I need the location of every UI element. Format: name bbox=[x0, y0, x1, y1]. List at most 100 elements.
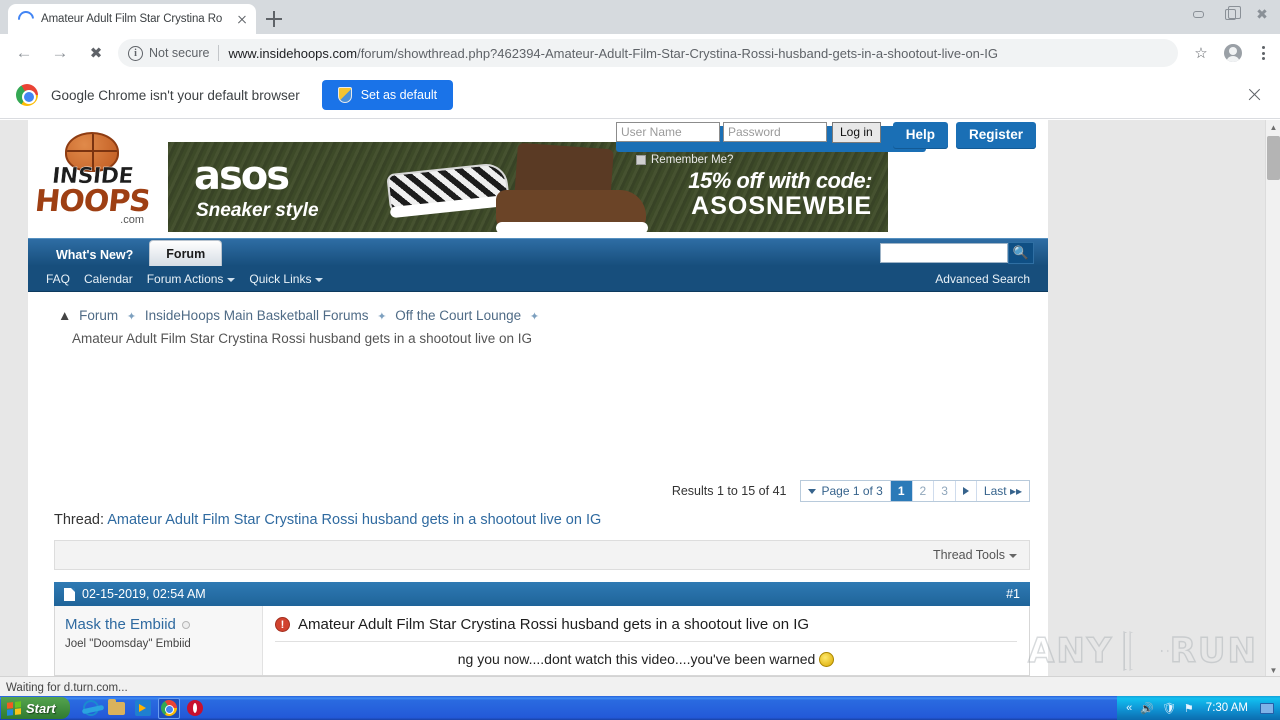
breadcrumb-separator: ✦ bbox=[529, 311, 540, 323]
profile-avatar-icon[interactable] bbox=[1224, 44, 1242, 62]
subnav-item-forum-actions[interactable]: Forum Actions bbox=[147, 272, 236, 286]
tab-forum[interactable]: Forum bbox=[149, 240, 223, 266]
search-input[interactable] bbox=[880, 243, 1008, 263]
chevron-right-icon bbox=[962, 487, 969, 495]
post-author-name[interactable]: Mask the Embiid bbox=[65, 616, 262, 633]
advanced-search-link[interactable]: Advanced Search bbox=[935, 266, 1030, 292]
forward-button[interactable]: → bbox=[42, 35, 78, 71]
scrollbar-thumb[interactable] bbox=[1267, 136, 1280, 180]
last-page-label: Last bbox=[983, 484, 1007, 498]
browser-tab[interactable]: Amateur Adult Film Star Crystina Ro bbox=[8, 4, 256, 34]
checkbox-icon[interactable] bbox=[636, 155, 646, 165]
tray-expand-icon[interactable]: « bbox=[1126, 702, 1132, 714]
thread-title-link[interactable]: Amateur Adult Film Star Crystina Rossi h… bbox=[107, 512, 601, 528]
page-scrollbar[interactable]: ▲ ▼ bbox=[1265, 120, 1280, 678]
show-desktop-icon[interactable] bbox=[1260, 702, 1274, 714]
infobar-message: Google Chrome isn't your default browser bbox=[51, 87, 300, 103]
username-input[interactable]: User Name bbox=[616, 122, 720, 142]
page-dropdown[interactable]: Page 1 of 3 bbox=[801, 481, 891, 501]
help-button[interactable]: Help bbox=[892, 122, 948, 149]
thread-tools-label: Thread Tools bbox=[932, 548, 1005, 562]
subnav-links: FAQ Calendar Forum Actions Quick Links bbox=[46, 266, 324, 292]
address-bar[interactable]: i Not secure www.insidehoops.com/forum/s… bbox=[118, 39, 1178, 67]
home-icon[interactable]: ▲ bbox=[58, 308, 71, 323]
tab-whats-new[interactable]: What's New? bbox=[40, 243, 149, 266]
start-button[interactable]: Start bbox=[1, 697, 70, 719]
remember-me-checkbox[interactable]: Remember Me? bbox=[636, 154, 1056, 166]
bookmark-star-icon[interactable]: ☆ bbox=[1186, 38, 1216, 68]
forum-page: INSIDE HOOPS .com asos Sneaker style 15%… bbox=[28, 120, 1048, 678]
scroll-up-arrow-icon[interactable]: ▲ bbox=[1266, 120, 1280, 135]
watermark-right-text: RUN bbox=[1169, 630, 1258, 671]
thread-tools-bar: Thread Tools bbox=[54, 540, 1030, 570]
online-status-icon bbox=[181, 620, 190, 629]
subnav-item-quick-links[interactable]: Quick Links bbox=[249, 272, 324, 286]
loading-spinner-icon bbox=[14, 7, 38, 31]
password-input[interactable]: Password bbox=[723, 122, 827, 142]
taskbar-media-player-icon[interactable] bbox=[132, 698, 154, 719]
url-text: www.insidehoops.com/forum/showthread.php… bbox=[228, 46, 998, 61]
search-icon[interactable]: 🔍 bbox=[1008, 242, 1034, 264]
quick-launch-bar bbox=[80, 697, 206, 719]
security-shield-icon[interactable]: 🛡 bbox=[1162, 702, 1176, 715]
forum-subnav: FAQ Calendar Forum Actions Quick Links A… bbox=[28, 266, 1048, 292]
window-close-button[interactable]: ✖ bbox=[1246, 1, 1278, 27]
tab-title: Amateur Adult Film Star Crystina Ro bbox=[41, 13, 223, 25]
smiley-icon bbox=[819, 652, 835, 667]
banner-tagline: Sneaker style bbox=[196, 200, 319, 221]
set-as-default-button[interactable]: Set as default bbox=[321, 80, 454, 110]
subnav-item-calendar[interactable]: Calendar bbox=[84, 272, 133, 286]
subnav-item-faq[interactable]: FAQ bbox=[46, 272, 70, 286]
taskbar-folder-icon[interactable] bbox=[106, 698, 128, 719]
page-3-button[interactable]: 3 bbox=[934, 481, 956, 501]
page-1-button[interactable]: 1 bbox=[890, 481, 913, 501]
system-tray: « 🔊 🛡 ⚑ 7:30 AM bbox=[1117, 696, 1280, 720]
taskbar-internet-explorer-icon[interactable] bbox=[80, 698, 102, 719]
window-maximize-button[interactable] bbox=[1214, 1, 1246, 27]
last-page-button[interactable]: Last ▸▸ bbox=[977, 481, 1029, 501]
thread-tools-button[interactable]: Thread Tools bbox=[933, 548, 1017, 562]
window-controls: ✖ bbox=[1182, 1, 1278, 27]
post-text: ng you now....dont watch this video....y… bbox=[275, 651, 1017, 667]
site-logo[interactable]: INSIDE HOOPS .com bbox=[28, 120, 156, 238]
login-button[interactable]: Log in bbox=[832, 122, 881, 143]
clock[interactable]: 7:30 AM bbox=[1206, 702, 1248, 714]
brown-shoe-icon bbox=[496, 190, 648, 232]
breadcrumb-item-off-the-court[interactable]: Off the Court Lounge bbox=[395, 308, 521, 323]
tab-strip: Amateur Adult Film Star Crystina Ro ✖ bbox=[0, 0, 1280, 34]
chevron-down-icon bbox=[315, 277, 324, 282]
window-minimize-button[interactable] bbox=[1182, 1, 1214, 27]
chrome-logo-icon bbox=[16, 84, 38, 106]
chevron-down-icon bbox=[227, 277, 236, 282]
new-tab-button[interactable] bbox=[262, 7, 286, 31]
stop-loading-button[interactable]: ✖ bbox=[78, 35, 114, 71]
flag-icon[interactable]: ⚑ bbox=[1184, 702, 1194, 715]
breadcrumb-item-forum[interactable]: Forum bbox=[79, 308, 118, 323]
post-number[interactable]: #1 bbox=[1006, 587, 1020, 601]
forum-actions-label: Forum Actions bbox=[146, 272, 224, 286]
thread-label: Thread: bbox=[54, 512, 104, 528]
page-viewport: INSIDE HOOPS .com asos Sneaker style 15%… bbox=[0, 120, 1280, 678]
tab-close-icon[interactable] bbox=[234, 11, 250, 27]
page-2-button[interactable]: 2 bbox=[913, 481, 935, 501]
taskbar-chrome-icon[interactable] bbox=[157, 697, 180, 719]
taskbar-opera-icon[interactable] bbox=[184, 698, 206, 719]
next-page-button[interactable] bbox=[956, 481, 977, 501]
three-dot-menu-icon[interactable] bbox=[1250, 38, 1276, 68]
login-form: User Name Password Log in Help Register … bbox=[616, 122, 1056, 168]
post-author-title: Joel "Doomsday" Embiid bbox=[65, 638, 191, 650]
infobar-close-icon[interactable] bbox=[1246, 87, 1262, 103]
post-date-group: 02-15-2019, 02:54 AM bbox=[64, 587, 206, 601]
breadcrumb-item-main-forums[interactable]: InsideHoops Main Basketball Forums bbox=[145, 308, 369, 323]
site-info-icon[interactable]: i bbox=[128, 45, 143, 61]
register-button[interactable]: Register bbox=[955, 122, 1036, 149]
post-page-icon bbox=[64, 587, 75, 601]
back-button[interactable]: ← bbox=[6, 35, 42, 71]
breadcrumb: ▲ Forum ✦ InsideHoops Main Basketball Fo… bbox=[28, 292, 1048, 323]
volume-icon[interactable]: 🔊 bbox=[1140, 702, 1154, 715]
security-status-label: Not secure bbox=[149, 46, 210, 60]
checkered-shoe-icon bbox=[386, 161, 510, 215]
thread-title-line: Thread: Amateur Adult Film Star Crystina… bbox=[28, 506, 1048, 528]
forum-search: 🔍 bbox=[880, 242, 1034, 264]
page-label: Page 1 of 3 bbox=[821, 484, 883, 498]
